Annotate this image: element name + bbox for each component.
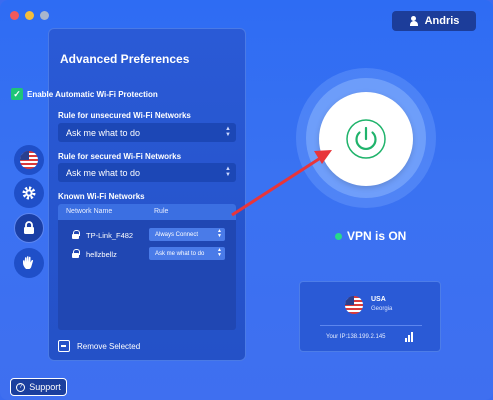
signal-icon bbox=[405, 330, 413, 342]
support-label: Support bbox=[29, 382, 61, 392]
location-region: Georgia bbox=[371, 306, 393, 312]
vpn-status-text: VPN is ON bbox=[347, 229, 407, 243]
location-card[interactable]: USA Georgia Your IP:138.199.2.145 bbox=[299, 281, 441, 352]
divider bbox=[320, 325, 422, 326]
us-flag-icon bbox=[345, 296, 363, 314]
status-dot bbox=[335, 232, 342, 240]
vpn-status: VPN is ON bbox=[335, 229, 406, 243]
question-icon: ? bbox=[16, 382, 26, 392]
support-button[interactable]: ? Support bbox=[10, 378, 67, 396]
location-country: USA bbox=[371, 296, 386, 303]
vpn-app-window: Andris Advanced Preferences ✓ Enable Aut… bbox=[0, 0, 493, 400]
ip-address: Your IP:138.199.2.145 bbox=[326, 334, 386, 340]
